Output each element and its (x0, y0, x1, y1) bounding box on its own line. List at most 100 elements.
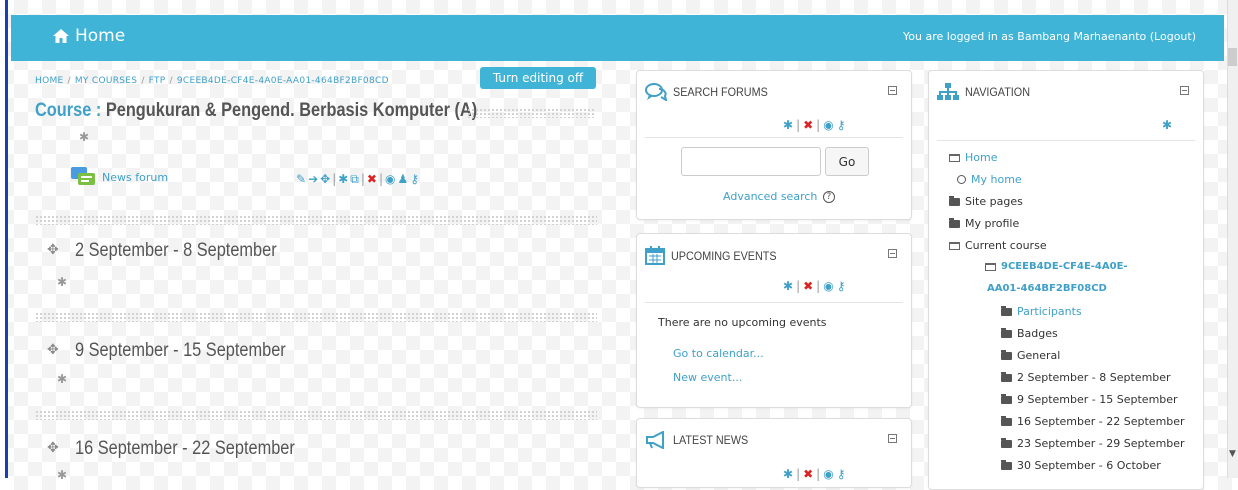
block-edit-toolbar: ✱|✖|◉⚷ (783, 467, 849, 481)
breadcrumb-course-id[interactable]: 9CEEB4DE-CF4E-4A0E-AA01-464BF2BF08CD (177, 76, 389, 86)
nav-item-week[interactable]: 16 September - 22 September (1001, 415, 1185, 428)
nav-item-site-pages[interactable]: Site pages (949, 195, 1023, 208)
logout-link[interactable]: (Logout) (1150, 30, 1196, 43)
nav-item-week[interactable]: 9 September - 15 September (1001, 393, 1178, 406)
new-event-link[interactable]: New event... (673, 371, 742, 384)
folder-icon (1001, 327, 1012, 338)
delete-x-icon[interactable]: ✖ (367, 172, 379, 186)
delete-x-icon[interactable]: ✖ (803, 118, 816, 132)
gear-icon[interactable]: ✱ (57, 468, 67, 482)
home-brand-link[interactable]: Home (53, 26, 125, 46)
folder-open-icon (985, 262, 996, 271)
section-title: 9 September - 15 September (75, 340, 286, 361)
nav-item-my-profile[interactable]: My profile (949, 217, 1019, 230)
breadcrumb-home[interactable]: HOME (35, 76, 64, 86)
block-title: SEARCH FORUMS (673, 85, 768, 99)
move-section-icon[interactable]: ✥ (47, 440, 59, 456)
nav-item-week[interactable]: 2 September - 8 September (1001, 371, 1171, 384)
folder-icon (1001, 371, 1012, 382)
block-edit-toolbar: ✱|✖|◉⚷ (783, 279, 849, 293)
gear-icon[interactable]: ✱ (57, 275, 67, 289)
search-go-button[interactable]: Go (825, 147, 869, 176)
settings-gear-icon[interactable]: ✱ (783, 279, 796, 293)
nav-item-course-id[interactable]: 9CEEB4DE-CF4E-4A0E- (985, 261, 1128, 272)
edit-title-pencil-icon[interactable]: ✎ (296, 172, 308, 186)
breadcrumb: HOME / MY COURSES / FTP/9CEEB4DE-CF4E-4A0E-A… (35, 76, 389, 86)
search-forums-block: SEARCH FORUMS ✱|✖|◉⚷ Go Advanced search … (636, 70, 912, 220)
nav-item-badges[interactable]: Badges (1001, 327, 1058, 340)
help-question-icon[interactable]: ? (822, 191, 835, 203)
visibility-eye-icon[interactable]: ◉ (823, 467, 836, 481)
turn-editing-off-button[interactable]: Turn editing off (480, 67, 596, 89)
move-right-icon[interactable]: ➔ (308, 172, 320, 186)
gear-icon[interactable]: ✱ (79, 130, 89, 144)
course-label: Course (35, 100, 92, 121)
news-forum-activity: News forum (70, 166, 168, 188)
breadcrumb-my-courses[interactable]: MY COURSES (75, 76, 137, 86)
brand-label: Home (75, 26, 126, 46)
block-title: NAVIGATION (965, 85, 1031, 99)
top-navbar: Home You are logged in as Bambang Marhae… (11, 15, 1224, 61)
collapse-block-icon[interactable] (888, 86, 897, 95)
assign-roles-key-icon[interactable]: ⚷ (410, 172, 421, 186)
advanced-search-link[interactable]: Advanced search ? (723, 190, 835, 203)
assign-roles-key-icon[interactable]: ⚷ (837, 118, 849, 132)
folder-icon (1001, 415, 1012, 426)
folder-open-icon (949, 241, 960, 250)
section-title: 2 September - 8 September (75, 240, 277, 261)
assign-roles-key-icon[interactable]: ⚷ (837, 467, 849, 481)
home-icon (53, 29, 69, 43)
nav-item-my-home[interactable]: My home (957, 173, 1022, 186)
breadcrumb-ftp[interactable]: FTP (149, 76, 166, 86)
block-edit-toolbar: ✱|✖|◉⚷ (783, 118, 849, 132)
move-section-icon[interactable]: ✥ (47, 242, 59, 258)
group-mode-user-icon[interactable]: ♟ (398, 172, 411, 186)
folder-icon (1001, 459, 1012, 470)
go-to-calendar-link[interactable]: Go to calendar... (673, 347, 764, 360)
folder-icon (1001, 437, 1012, 448)
circle-icon (957, 175, 966, 184)
nav-item-week[interactable]: 30 September - 6 October (1001, 459, 1161, 472)
vertical-scrollbar[interactable]: ▼ (1227, 0, 1238, 478)
visibility-eye-icon[interactable]: ◉ (385, 172, 397, 186)
visibility-eye-icon[interactable]: ◉ (823, 279, 836, 293)
gear-icon[interactable]: ✱ (57, 372, 67, 386)
nav-item-participants[interactable]: Participants (1001, 305, 1082, 318)
settings-gear-icon[interactable]: ✱ (783, 118, 796, 132)
section-divider (35, 312, 597, 322)
settings-gear-icon[interactable]: ✱ (783, 467, 796, 481)
nav-item-week[interactable]: 23 September - 29 September (1001, 437, 1185, 450)
scrollbar-thumb[interactable] (1228, 48, 1237, 66)
calendar-icon (645, 246, 665, 265)
nav-item-course-id-cont[interactable]: AA01-464BF2BF08CD (987, 283, 1107, 294)
section-divider (35, 215, 597, 225)
move-section-icon[interactable]: ✥ (47, 342, 59, 358)
nav-item-current-course[interactable]: Current course (949, 239, 1047, 252)
folder-icon (949, 217, 960, 228)
upcoming-events-block: UPCOMING EVENTS ✱|✖|◉⚷ There are no upco… (636, 233, 912, 408)
folder-icon (1001, 393, 1012, 404)
move-icon[interactable]: ✥ (320, 172, 332, 186)
assign-roles-key-icon[interactable]: ⚷ (837, 279, 849, 293)
collapse-block-icon[interactable] (1180, 86, 1189, 95)
visibility-eye-icon[interactable]: ◉ (823, 118, 836, 132)
news-forum-link[interactable]: News forum (102, 171, 168, 184)
delete-x-icon[interactable]: ✖ (803, 279, 816, 293)
settings-gear-icon[interactable]: ✱ (338, 172, 350, 186)
collapse-block-icon[interactable] (888, 434, 897, 443)
user-profile-link[interactable]: Bambang Marhaenanto (1017, 30, 1146, 43)
course-title: Course : Pengukuran & Pengend. Berbasis … (35, 100, 478, 121)
folder-icon (1001, 305, 1012, 316)
search-forums-input[interactable] (681, 147, 821, 176)
duplicate-icon[interactable]: ⧉ (350, 172, 361, 186)
title-dotted-divider (467, 108, 595, 118)
block-title: LATEST NEWS (673, 433, 749, 447)
delete-x-icon[interactable]: ✖ (803, 467, 816, 481)
window-left-edge (0, 0, 8, 478)
collapse-block-icon[interactable] (888, 249, 897, 258)
nav-item-home[interactable]: Home (949, 151, 997, 164)
speech-bubbles-icon (645, 83, 667, 101)
scroll-down-arrow-icon[interactable]: ▼ (1228, 447, 1237, 461)
nav-item-general[interactable]: General (1001, 349, 1060, 362)
settings-gear-icon[interactable]: ✱ (1162, 118, 1172, 132)
